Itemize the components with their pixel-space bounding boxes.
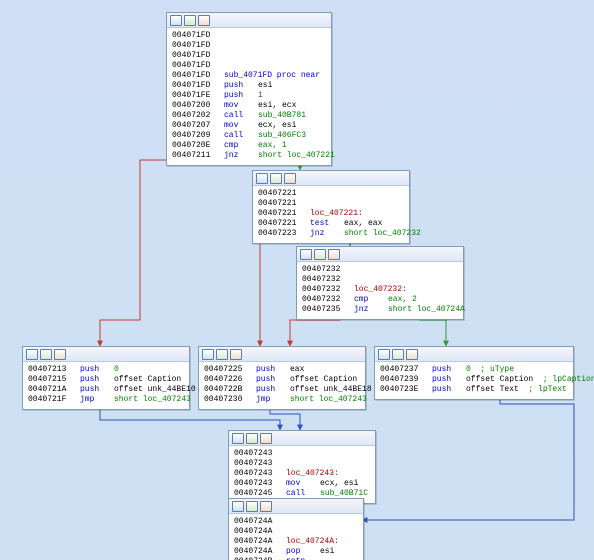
disasm-line: 00407223jnzshort loc_407232	[258, 229, 404, 239]
disasm-line: 00407232cmpeax, 2	[302, 295, 458, 305]
disasm-line: 004071FEpush1	[172, 91, 326, 101]
disasm-line: 00407221	[258, 189, 404, 199]
hex-icon	[230, 349, 242, 360]
disasm-line: 00407232	[302, 265, 458, 275]
chart-icon	[184, 15, 196, 26]
disasm-line: 00407239pushoffset Caption ; lpCaption	[380, 375, 568, 385]
disasm-line: 00407237push0 ; uType	[380, 365, 568, 375]
node-titlebar	[229, 499, 363, 514]
disasm-line: 0040724A	[234, 517, 358, 527]
disasm-line: 0040721Apushoffset unk_44BE10	[28, 385, 184, 395]
disasm-line: 004071FD	[172, 31, 326, 41]
disasm-line: 004071FDsub_4071FD proc near	[172, 71, 326, 81]
chart-icon	[392, 349, 404, 360]
hex-icon	[328, 249, 340, 260]
disasm-line: 00407232	[302, 275, 458, 285]
chart-icon	[314, 249, 326, 260]
node-body: 00407237push0 ; uType00407239pushoffset …	[375, 362, 573, 399]
disasm-line: 00407221testeax, eax	[258, 219, 404, 229]
block-label: 00407232loc_407232:	[302, 285, 458, 295]
hex-icon	[284, 173, 296, 184]
window-icon	[232, 501, 244, 512]
disasm-line: 00407200movesi, ecx	[172, 101, 326, 111]
chart-icon	[246, 501, 258, 512]
disasm-line: 0040724A	[234, 527, 358, 537]
block-label: 00407243loc_407243:	[234, 469, 370, 479]
disasm-line: 0040722Bpushoffset unk_44BE18	[204, 385, 360, 395]
window-icon	[300, 249, 312, 260]
disasm-line: 00407207movecx, esi	[172, 121, 326, 131]
disasm-line: 00407243	[234, 459, 370, 469]
hex-icon	[260, 433, 272, 444]
hex-icon	[406, 349, 418, 360]
disasm-line: 00407243movecx, esi	[234, 479, 370, 489]
cfg-node-407237[interactable]: 00407237push0 ; uType00407239pushoffset …	[374, 346, 574, 400]
disasm-line: 00407209callsub_406FC3	[172, 131, 326, 141]
window-icon	[202, 349, 214, 360]
window-icon	[232, 433, 244, 444]
cfg-node-loc-407243[interactable]: 004072430040724300407243loc_407243:00407…	[228, 430, 376, 504]
hex-icon	[54, 349, 66, 360]
cfg-node-407213[interactable]: 00407213push000407215pushoffset Caption0…	[22, 346, 190, 410]
disasm-line: 004071FDpushesi	[172, 81, 326, 91]
window-icon	[170, 15, 182, 26]
disasm-line: 00407243	[234, 449, 370, 459]
disasm-line: 0040721Fjmpshort loc_407243	[28, 395, 184, 405]
block-label: 00407221loc_407221:	[258, 209, 404, 219]
node-titlebar	[199, 347, 365, 362]
chart-icon	[246, 433, 258, 444]
disasm-line: 00407211jnzshort loc_407221	[172, 151, 326, 161]
node-titlebar	[375, 347, 573, 362]
chart-icon	[40, 349, 52, 360]
disasm-line: 00407226pushoffset Caption	[204, 375, 360, 385]
window-icon	[26, 349, 38, 360]
node-body: 004071FD004071FD004071FD004071FD004071FD…	[167, 28, 331, 165]
node-titlebar	[297, 247, 463, 262]
node-titlebar	[253, 171, 409, 186]
cfg-node-407225[interactable]: 00407225pusheax00407226pushoffset Captio…	[198, 346, 366, 410]
node-titlebar	[23, 347, 189, 362]
chart-icon	[216, 349, 228, 360]
disasm-line: 0040723Epushoffset Text ; lpText	[380, 385, 568, 395]
node-titlebar	[229, 431, 375, 446]
cfg-node-loc-407221[interactable]: 004072210040722100407221loc_407221:00407…	[252, 170, 410, 244]
window-icon	[256, 173, 268, 184]
cfg-node-entry[interactable]: 004071FD004071FD004071FD004071FD004071FD…	[166, 12, 332, 166]
disasm-line: 004071FD	[172, 51, 326, 61]
disasm-line: 00407221	[258, 199, 404, 209]
node-body: 00407213push000407215pushoffset Caption0…	[23, 362, 189, 409]
window-icon	[378, 349, 390, 360]
disasm-line: 0040724Apopesi	[234, 547, 358, 557]
disasm-line: 00407213push0	[28, 365, 184, 375]
hex-icon	[260, 501, 272, 512]
disasm-line: 00407215pushoffset Caption	[28, 375, 184, 385]
node-titlebar	[167, 13, 331, 28]
disasm-line: 0040720Ecmpeax, 1	[172, 141, 326, 151]
disasm-line: 004071FD	[172, 41, 326, 51]
cfg-node-loc-40724A[interactable]: 0040724A0040724A0040724Aloc_40724A:00407…	[228, 498, 364, 560]
chart-icon	[270, 173, 282, 184]
block-label: 0040724Aloc_40724A:	[234, 537, 358, 547]
node-body: 004072430040724300407243loc_407243:00407…	[229, 446, 375, 503]
disasm-line: 00407235jnzshort loc_40724A	[302, 305, 458, 315]
node-body: 004072320040723200407232loc_407232:00407…	[297, 262, 463, 319]
disasm-line: 00407202callsub_40B781	[172, 111, 326, 121]
node-body: 0040724A0040724A0040724Aloc_40724A:00407…	[229, 514, 363, 560]
hex-icon	[198, 15, 210, 26]
node-body: 004072210040722100407221loc_407221:00407…	[253, 186, 409, 243]
cfg-node-loc-407232[interactable]: 004072320040723200407232loc_407232:00407…	[296, 246, 464, 320]
disasm-line: 00407230jmpshort loc_407243	[204, 395, 360, 405]
disasm-line: 004071FD	[172, 61, 326, 71]
node-body: 00407225pusheax00407226pushoffset Captio…	[199, 362, 365, 409]
disasm-line: 00407225pusheax	[204, 365, 360, 375]
